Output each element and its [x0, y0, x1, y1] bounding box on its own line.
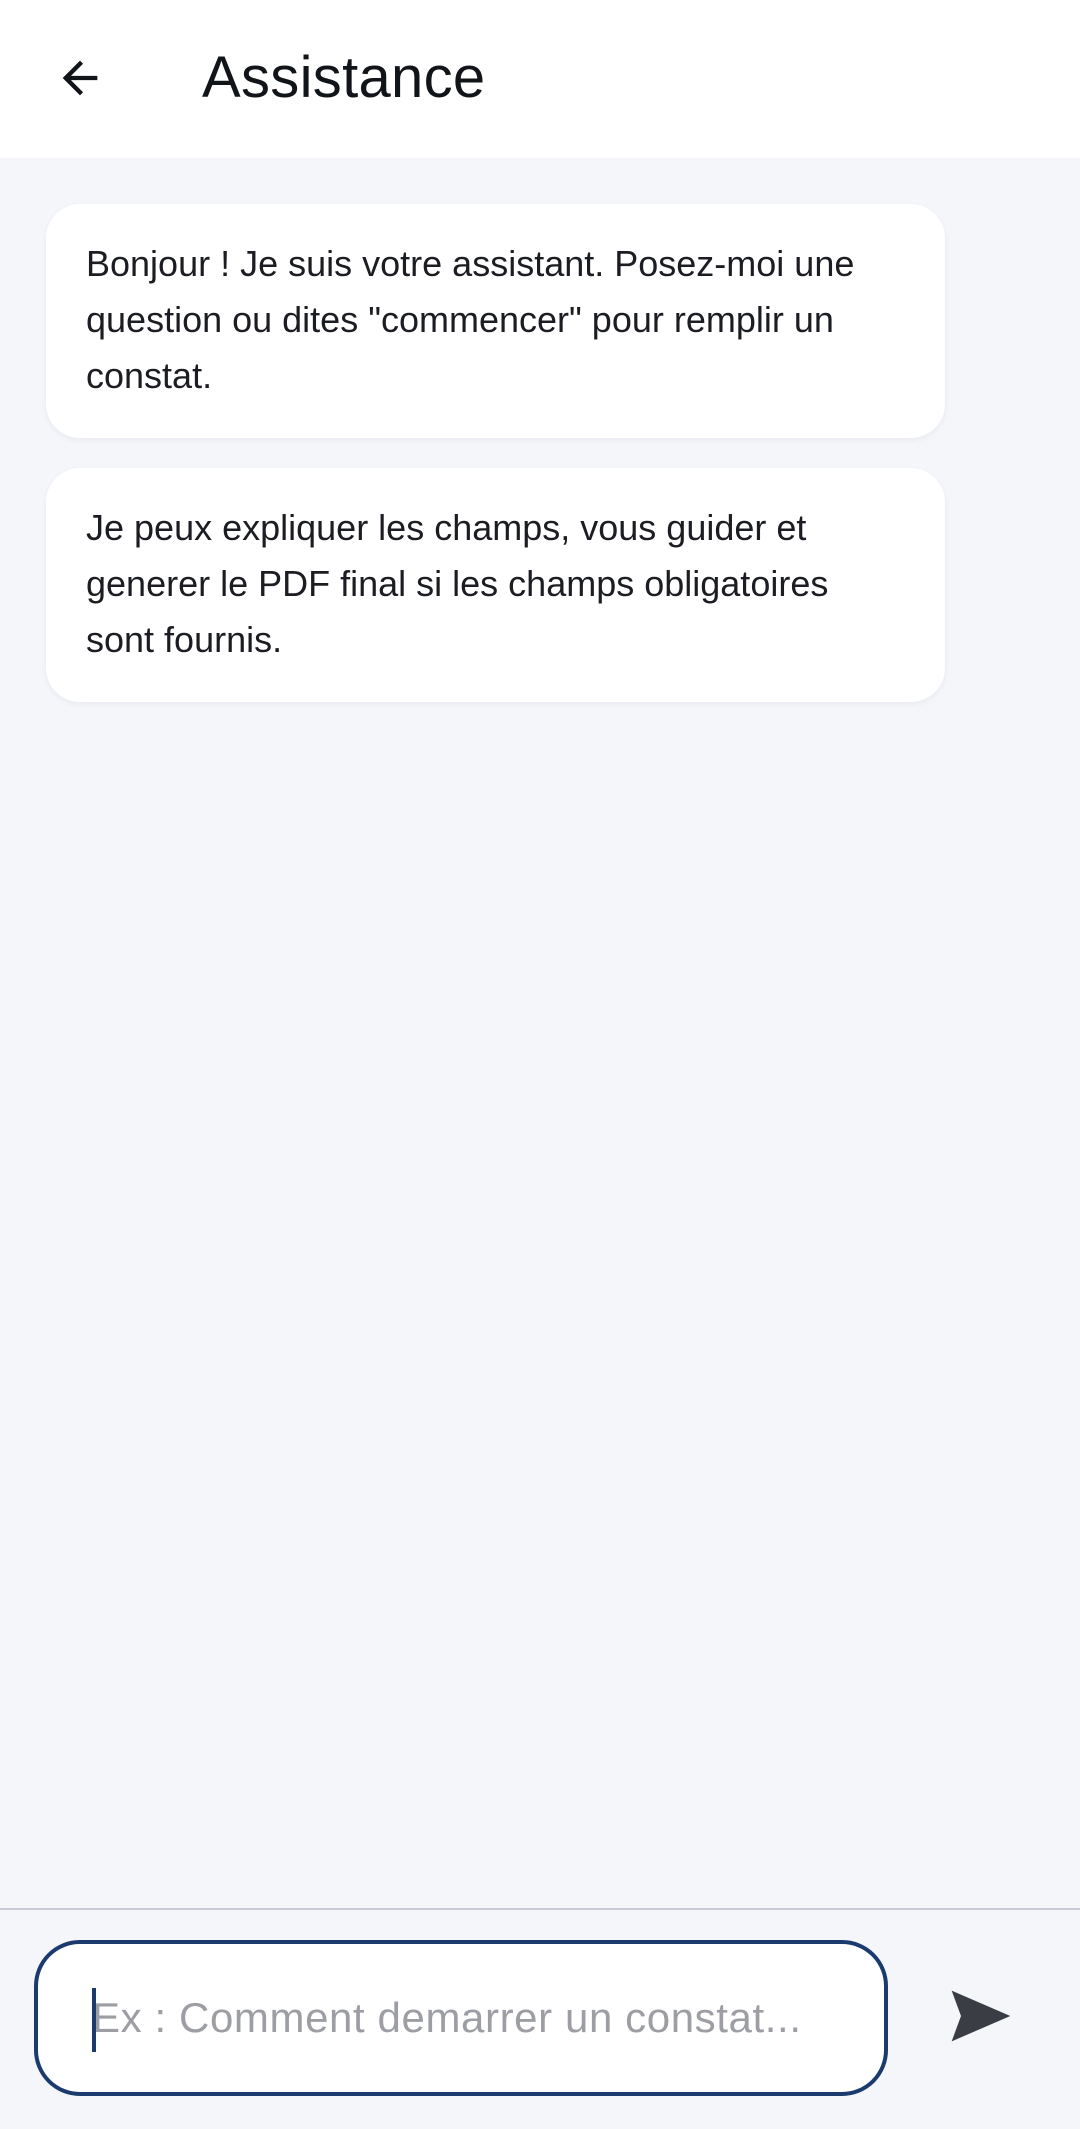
assistant-message-bubble: Je peux expliquer les champs, vous guide… — [46, 468, 945, 702]
send-icon — [949, 1988, 1013, 2049]
send-button[interactable] — [936, 1970, 1026, 2066]
assistant-chat-screen: Assistance Bonjour ! Je suis votre assis… — [0, 0, 1080, 2129]
arrow-back-icon — [54, 52, 106, 109]
page-title: Assistance — [202, 45, 486, 110]
message-input-container[interactable] — [34, 1940, 888, 2096]
message-input[interactable] — [92, 1994, 844, 2042]
message-composer — [0, 1908, 1080, 2129]
message-text: Bonjour ! Je suis votre assistant. Posez… — [86, 243, 855, 396]
text-caret — [92, 1988, 96, 2052]
assistant-message-bubble: Bonjour ! Je suis votre assistant. Posez… — [46, 204, 945, 438]
message-text: Je peux expliquer les champs, vous guide… — [86, 507, 829, 660]
back-button[interactable] — [40, 46, 120, 114]
message-list[interactable]: Bonjour ! Je suis votre assistant. Posez… — [0, 158, 1080, 1908]
app-bar: Assistance — [0, 0, 1080, 158]
